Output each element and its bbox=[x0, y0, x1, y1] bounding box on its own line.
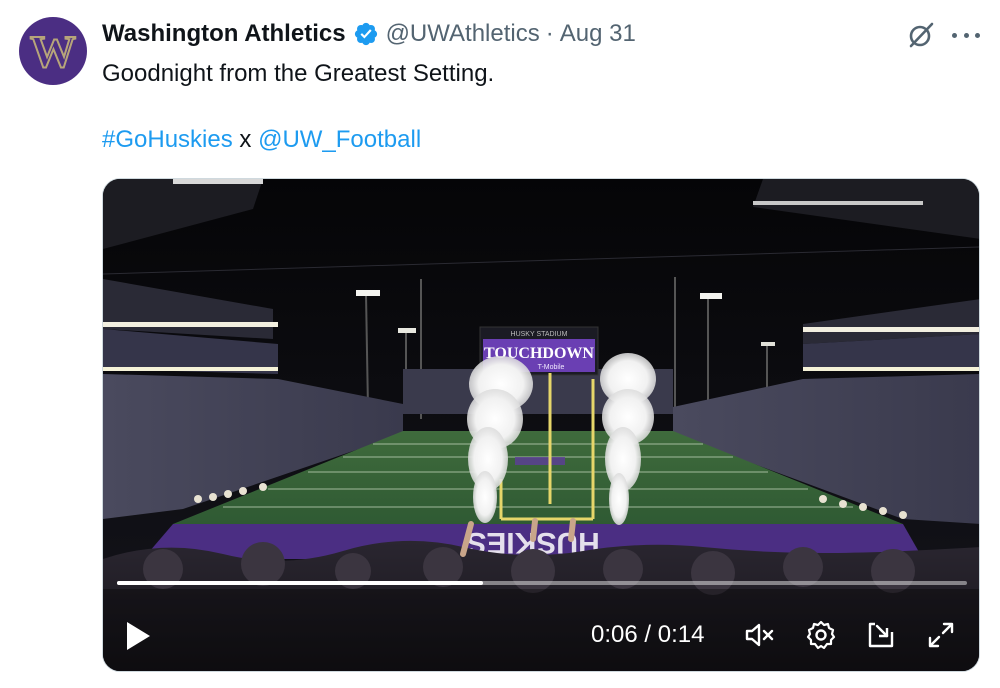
fullscreen-icon[interactable] bbox=[925, 619, 957, 651]
verified-badge-icon[interactable] bbox=[353, 21, 379, 47]
muted-speaker-icon[interactable] bbox=[743, 619, 775, 651]
display-name[interactable]: Washington Athletics bbox=[102, 20, 346, 48]
video-frame: HUSKIES HUSKY STADIUM TOUCHDOWN T-Mobile bbox=[103, 179, 979, 671]
connector-text: x bbox=[239, 126, 252, 153]
scoreboard-header: HUSKY STADIUM bbox=[511, 331, 568, 338]
avatar[interactable]: W bbox=[19, 17, 87, 85]
more-dot bbox=[975, 32, 980, 38]
time-divider: / bbox=[644, 621, 652, 648]
progress-bar[interactable] bbox=[117, 581, 967, 585]
more-dot bbox=[952, 32, 957, 38]
tweet-date[interactable]: Aug 31 bbox=[560, 20, 636, 48]
play-icon[interactable] bbox=[123, 619, 153, 653]
tweet-tags: #GoHuskies x @UW_Football bbox=[102, 125, 421, 155]
user-handle[interactable]: @UWAthletics bbox=[386, 20, 540, 48]
picture-in-picture-icon[interactable] bbox=[865, 619, 897, 651]
tweet-header: Washington Athletics @UWAthletics · Aug … bbox=[102, 18, 636, 50]
avatar-logo: W bbox=[29, 26, 77, 77]
video-controls: 0:06 / 0:14 bbox=[103, 609, 979, 659]
video-time: 0:06 / 0:14 bbox=[591, 619, 704, 651]
progress-fill bbox=[117, 581, 483, 585]
more-dot bbox=[963, 32, 969, 38]
time-current: 0:06 bbox=[591, 621, 638, 648]
scoreboard-sponsor: T-Mobile bbox=[538, 364, 565, 371]
time-total: 0:14 bbox=[657, 621, 705, 648]
gear-icon[interactable] bbox=[805, 619, 837, 651]
separator-dot: · bbox=[545, 20, 554, 47]
grok-icon[interactable] bbox=[906, 20, 936, 50]
more-icon[interactable] bbox=[952, 22, 980, 48]
mention-link[interactable]: @UW_Football bbox=[258, 126, 421, 153]
video-player[interactable]: HUSKIES HUSKY STADIUM TOUCHDOWN T-Mobile bbox=[102, 178, 980, 672]
tweet-text: Goodnight from the Greatest Setting. bbox=[102, 60, 495, 87]
hashtag-link[interactable]: #GoHuskies bbox=[102, 126, 233, 153]
